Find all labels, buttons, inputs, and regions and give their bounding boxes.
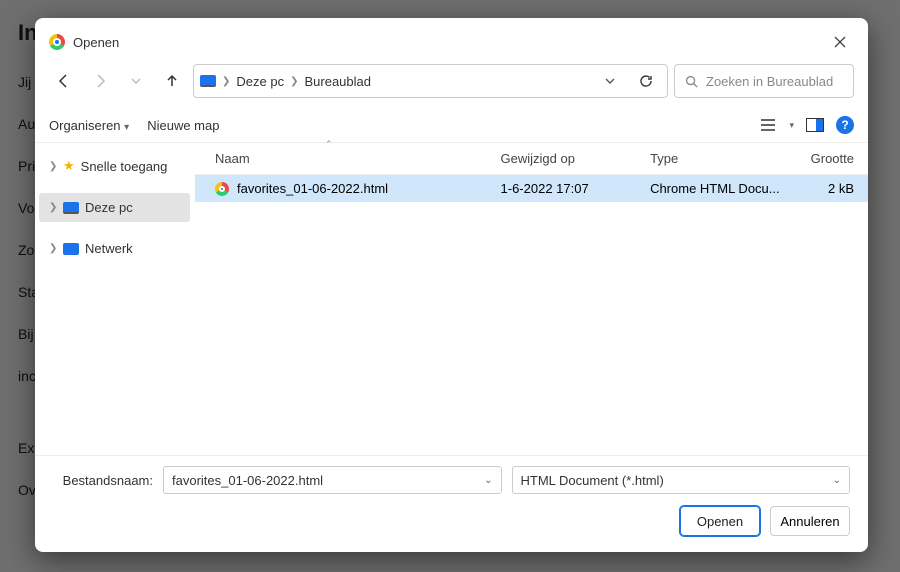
filename-row: Bestandsnaam: favorites_01-06-2022.html … (53, 466, 850, 494)
col-type[interactable]: Type (650, 151, 786, 166)
tree-network[interactable]: ❯ Netwerk (39, 234, 190, 263)
pane-icon (806, 118, 824, 132)
filename-input[interactable]: favorites_01-06-2022.html ⌄ (163, 466, 502, 494)
tree-quick-access[interactable]: ❯ ★ Snelle toegang (39, 151, 190, 181)
nav-row: ❯ Deze pc ❯ Bureaublad Zoeken in Bureaub… (35, 62, 868, 108)
col-modified[interactable]: Gewijzigd op (501, 151, 651, 166)
arrow-right-icon (93, 74, 107, 88)
arrow-up-icon (165, 74, 179, 88)
network-icon (63, 243, 79, 255)
close-button[interactable] (826, 28, 854, 56)
breadcrumb-pc[interactable]: Deze pc (236, 74, 284, 89)
refresh-button[interactable] (631, 66, 661, 96)
open-button[interactable]: Openen (680, 506, 760, 536)
search-input[interactable]: Zoeken in Bureaublad (674, 64, 854, 98)
close-icon (834, 36, 846, 48)
chrome-file-icon (215, 182, 229, 196)
chevron-down-icon: ▾ (789, 120, 794, 131)
up-button[interactable] (157, 66, 187, 96)
nav-tree: ❯ ★ Snelle toegang ❯ Deze pc ❯ Netwerk (35, 143, 195, 455)
cancel-button[interactable]: Annuleren (770, 506, 850, 536)
column-headers: Naam Gewijzigd op Type Grootte (195, 143, 868, 175)
search-icon (685, 75, 698, 88)
col-name[interactable]: Naam (215, 151, 501, 166)
bottom-panel: Bestandsnaam: favorites_01-06-2022.html … (35, 455, 868, 552)
chevron-right-icon: ❯ (288, 76, 300, 87)
dialog-title-text: Openen (73, 35, 119, 50)
filename-value: favorites_01-06-2022.html (172, 473, 323, 488)
chevron-right-icon: ❯ (49, 243, 57, 254)
tree-label: Deze pc (85, 200, 133, 215)
file-name: favorites_01-06-2022.html (237, 181, 388, 196)
file-list: ⌃ Naam Gewijzigd op Type Grootte favorit… (195, 143, 868, 455)
preview-pane-button[interactable] (804, 114, 826, 136)
recent-menu[interactable] (121, 66, 151, 96)
pc-icon (200, 75, 216, 87)
button-row: Openen Annuleren (53, 506, 850, 536)
toolbar: Organiseren ▾ Nieuwe map ▾ ? (35, 108, 868, 143)
tree-label: Netwerk (85, 241, 133, 256)
col-size[interactable]: Grootte (786, 151, 854, 166)
breadcrumb-location[interactable]: Bureaublad (304, 74, 371, 89)
refresh-icon (639, 74, 653, 88)
tree-this-pc[interactable]: ❯ Deze pc (39, 193, 190, 222)
arrow-left-icon (57, 74, 71, 88)
sort-indicator-icon: ⌃ (325, 139, 333, 150)
chevron-down-icon (131, 76, 141, 86)
pc-icon (63, 202, 79, 214)
organize-menu[interactable]: Organiseren ▾ (49, 118, 129, 133)
chevron-down-icon: ⌄ (833, 475, 841, 486)
file-open-dialog: Openen ❯ Deze pc ❯ Bureaublad (35, 18, 868, 552)
list-icon (760, 118, 776, 132)
tree-label: Snelle toegang (81, 159, 168, 174)
filetype-filter[interactable]: HTML Document (*.html) ⌄ (512, 466, 851, 494)
new-folder-button[interactable]: Nieuwe map (147, 118, 219, 133)
main-area: ❯ ★ Snelle toegang ❯ Deze pc ❯ Netwerk ⌃… (35, 143, 868, 455)
file-row[interactable]: favorites_01-06-2022.html 1-6-2022 17:07… (195, 175, 868, 202)
back-button[interactable] (49, 66, 79, 96)
chevron-right-icon: ❯ (49, 202, 57, 213)
help-button[interactable]: ? (836, 116, 854, 134)
breadcrumb[interactable]: ❯ Deze pc ❯ Bureaublad (193, 64, 668, 98)
filter-value: HTML Document (*.html) (521, 473, 664, 488)
view-options-button[interactable] (757, 114, 779, 136)
chrome-icon (49, 34, 65, 50)
chevron-right-icon: ❯ (49, 161, 57, 172)
breadcrumb-dropdown[interactable] (595, 66, 625, 96)
forward-button[interactable] (85, 66, 115, 96)
file-type: Chrome HTML Docu... (650, 181, 786, 196)
dialog-titlebar: Openen (35, 18, 868, 62)
chevron-down-icon (605, 76, 615, 86)
filename-label: Bestandsnaam: (53, 473, 153, 488)
chevron-down-icon: ⌄ (484, 475, 492, 486)
chevron-right-icon: ❯ (220, 76, 232, 87)
star-icon: ★ (63, 158, 75, 174)
file-modified: 1-6-2022 17:07 (501, 181, 651, 196)
file-size: 2 kB (786, 181, 854, 196)
search-placeholder: Zoeken in Bureaublad (706, 74, 833, 89)
